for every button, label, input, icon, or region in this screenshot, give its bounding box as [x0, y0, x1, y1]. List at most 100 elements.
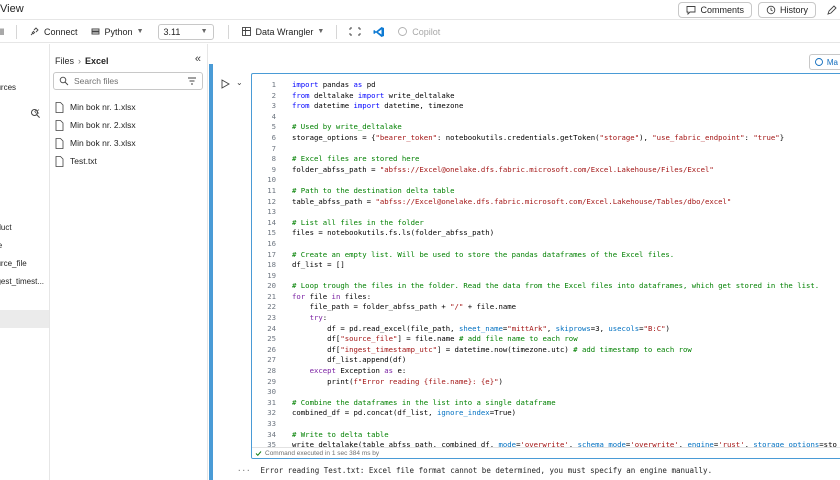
filter-icon[interactable] — [187, 76, 197, 86]
run-all-button[interactable]: ll — [0, 21, 10, 43]
line-number: 3 — [271, 101, 276, 111]
copilot-button[interactable]: Copilot — [391, 21, 446, 43]
code-line[interactable]: 23 try: — [252, 313, 840, 324]
code-line[interactable]: 3 from datetime import datetime, timezone — [252, 101, 840, 112]
focus-frame-icon — [349, 27, 361, 36]
code-token: files = notebookutils.fs.ls(folder_abfss… — [292, 228, 495, 238]
code-line[interactable]: 10 — [252, 175, 840, 186]
file-item[interactable]: Min bok nr. 3.xlsx — [53, 134, 203, 152]
code-text: # Write to delta table — [276, 430, 389, 441]
code-line[interactable]: 26 df["ingest_timestamp_utc"] = datetime… — [252, 345, 840, 356]
code-token: storage_options = { — [292, 132, 376, 142]
run-cell-icon[interactable] — [219, 78, 231, 90]
comment-icon — [687, 6, 696, 15]
code-line[interactable]: 24 df = pd.read_excel(file_path, sheet_n… — [252, 324, 840, 335]
edit-button[interactable] — [822, 2, 840, 18]
code-line[interactable]: 11 # Path to the destination delta table — [252, 186, 840, 197]
code-token: ignore_index — [436, 408, 490, 418]
code-line[interactable]: 34 # Write to delta table — [252, 430, 840, 441]
code-line[interactable]: 31 # Combine the dataframes in the list i… — [252, 398, 840, 409]
code-line[interactable]: 19 — [252, 271, 840, 282]
comments-button[interactable]: Comments — [678, 2, 752, 18]
code-line[interactable]: 30 — [252, 387, 840, 398]
code-editor[interactable]: 1 import pandas as pd 2 from deltalake impo… — [252, 80, 840, 451]
collapse-files-icon[interactable]: « — [195, 53, 201, 65]
language-label: Python — [104, 26, 133, 37]
code-line[interactable]: 17 # Create an empty list. Will be used t… — [252, 250, 840, 261]
code-line[interactable]: 22 file_path = folder_abfss_path + "/" +… — [252, 302, 840, 313]
code-token: ), — [639, 132, 653, 142]
search-icon — [59, 76, 69, 86]
code-line[interactable]: 20 # Loop trough the files in the folder.… — [252, 281, 840, 292]
code-text: import pandas as pd — [276, 80, 376, 91]
code-line[interactable]: 21 for file in files: — [252, 292, 840, 303]
python-version-select[interactable]: 3.11 ▼ — [157, 23, 214, 40]
code-line[interactable]: 5 # Used by write_deltalake — [252, 122, 840, 133]
search-files-box[interactable]: Search files — [53, 72, 203, 90]
code-token: } — [779, 132, 785, 142]
language-dropdown[interactable]: Python ▼ — [84, 21, 150, 43]
code-token: except — [309, 366, 336, 376]
tree-item-source-file[interactable]: ource_file — [0, 259, 27, 268]
notebook-toolbar: ll Connect Python ▼ 3.11 ▼ Data Wrangler… — [0, 21, 840, 43]
code-line[interactable]: 32 combined_df = pd.concat(df_list, ignor… — [252, 408, 840, 419]
code-token: , — [546, 323, 556, 333]
code-cell[interactable]: 1 import pandas as pd 2 from deltalake impo… — [251, 73, 840, 459]
code-line[interactable]: 29 print(f"Error reading {file.name}: {e… — [252, 377, 840, 388]
code-line[interactable]: 1 import pandas as pd — [252, 80, 840, 91]
file-item[interactable]: Min bok nr. 1.xlsx — [53, 98, 203, 116]
code-line[interactable]: 7 — [252, 144, 840, 155]
output-more-icon[interactable]: ··· — [237, 466, 251, 475]
history-button[interactable]: History — [757, 2, 816, 18]
search-icon[interactable] — [30, 108, 41, 119]
code-line[interactable]: 8 # Excel files are stored here — [252, 154, 840, 165]
code-token: Exception — [335, 366, 385, 376]
code-line[interactable]: 28 except Exception as e: — [252, 366, 840, 377]
code-line[interactable]: 25 df["source_file"] = file.name # add f… — [252, 334, 840, 345]
code-token: as — [353, 80, 363, 89]
tree-item-product[interactable]: oduct — [0, 223, 12, 232]
view-menu-label[interactable]: View — [0, 3, 24, 15]
file-icon — [55, 101, 64, 113]
chevron-down-icon[interactable]: ⌄ — [236, 78, 246, 88]
execution-status-text: Command executed in 1 sec 384 ms by — [265, 449, 380, 457]
code-line[interactable]: 9 folder_abfss_path = "abfss://Excel@onel… — [252, 165, 840, 176]
tree-item-resources[interactable]: ources — [0, 83, 16, 92]
code-line[interactable]: 13 — [252, 207, 840, 218]
breadcrumb-files[interactable]: Files — [55, 56, 74, 66]
open-in-vscode-button[interactable] — [367, 21, 391, 43]
code-line[interactable]: 27 df_list.append(df) — [252, 355, 840, 366]
file-item[interactable]: Test.txt — [53, 152, 203, 170]
code-text: df["ingest_timestamp_utc"] = datetime.no… — [276, 345, 692, 356]
file-item[interactable]: Min bok nr. 2.xlsx — [53, 116, 203, 134]
code-token: ) — [498, 376, 503, 386]
line-number: 33 — [267, 419, 276, 428]
tree-item-price[interactable]: ice — [0, 241, 2, 250]
code-line[interactable]: 14 # List all files in the folder — [252, 218, 840, 229]
markdown-button[interactable]: Ma — [808, 54, 840, 70]
focus-mode-button[interactable] — [343, 21, 367, 43]
connect-button[interactable]: Connect — [23, 21, 84, 43]
code-line[interactable]: 4 — [252, 112, 840, 123]
tree-item-ingest-timestamp[interactable]: ngest_timest... — [0, 277, 44, 286]
code-text: except Exception as e: — [276, 366, 407, 377]
code-token: datetime, timezone — [379, 101, 464, 111]
code-line[interactable]: 18 df_list = [] — [252, 260, 840, 271]
code-line[interactable]: 15 files = notebookutils.fs.ls(folder_abf… — [252, 228, 840, 239]
code-token: + file.name — [463, 302, 517, 312]
code-line[interactable]: 16 — [252, 239, 840, 250]
code-text: df["source_file"] = file.name # add file… — [276, 334, 577, 345]
code-line[interactable]: 12 table_abfss_path = "abfss://Excel@onel… — [252, 197, 840, 208]
files-panel: Files › Excel « Search files Min bok nr.… — [51, 44, 208, 480]
data-wrangler-button[interactable]: Data Wrangler ▼ — [235, 21, 331, 43]
code-line[interactable]: 6 storage_options = {"bearer_token": note… — [252, 133, 840, 144]
code-token: files: — [340, 291, 372, 301]
code-line[interactable]: 2 from deltalake import write_deltalake — [252, 91, 840, 102]
selected-tree-item[interactable] — [0, 310, 49, 328]
code-line[interactable]: 33 — [252, 419, 840, 430]
line-number: 13 — [267, 207, 276, 217]
search-files-placeholder: Search files — [74, 76, 119, 86]
line-number: 12 — [267, 196, 276, 206]
plug-icon — [30, 27, 39, 36]
